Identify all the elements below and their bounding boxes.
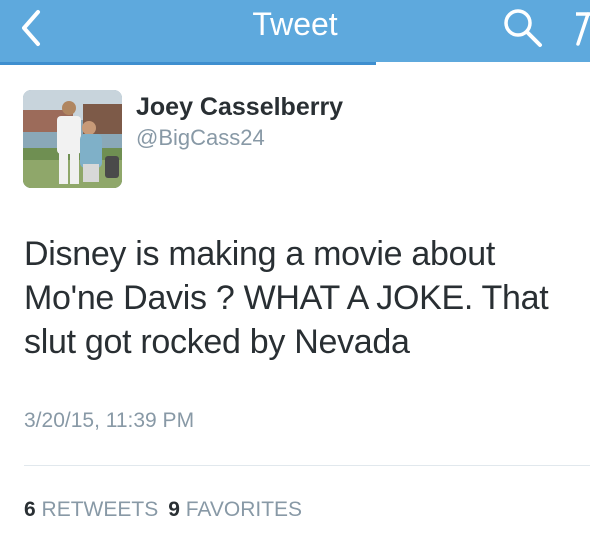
favorites-count: 9: [168, 498, 180, 521]
retweets-stat[interactable]: 6 RETWEETS: [24, 498, 158, 521]
author-name[interactable]: Joey Casselberry: [136, 92, 343, 122]
compose-icon[interactable]: [566, 6, 590, 50]
favorites-stat[interactable]: 9 FAVORITES: [168, 498, 302, 521]
search-icon[interactable]: [500, 6, 546, 50]
divider: [24, 465, 590, 466]
retweets-count: 6: [24, 498, 36, 521]
favorites-label: FAVORITES: [185, 498, 303, 521]
author-handle[interactable]: @BigCass24: [136, 124, 265, 152]
tweet-text: Disney is making a movie about Mo'ne Dav…: [24, 235, 549, 361]
loading-progress-bar: [0, 62, 376, 65]
tweet-stats: 6 RETWEETS 9 FAVORITES: [24, 497, 302, 523]
avatar[interactable]: [23, 90, 122, 188]
retweets-label: RETWEETS: [41, 498, 159, 521]
tweet-timestamp: 3/20/15, 11:39 PM: [24, 409, 195, 432]
navigation-bar: Tweet: [0, 0, 590, 62]
